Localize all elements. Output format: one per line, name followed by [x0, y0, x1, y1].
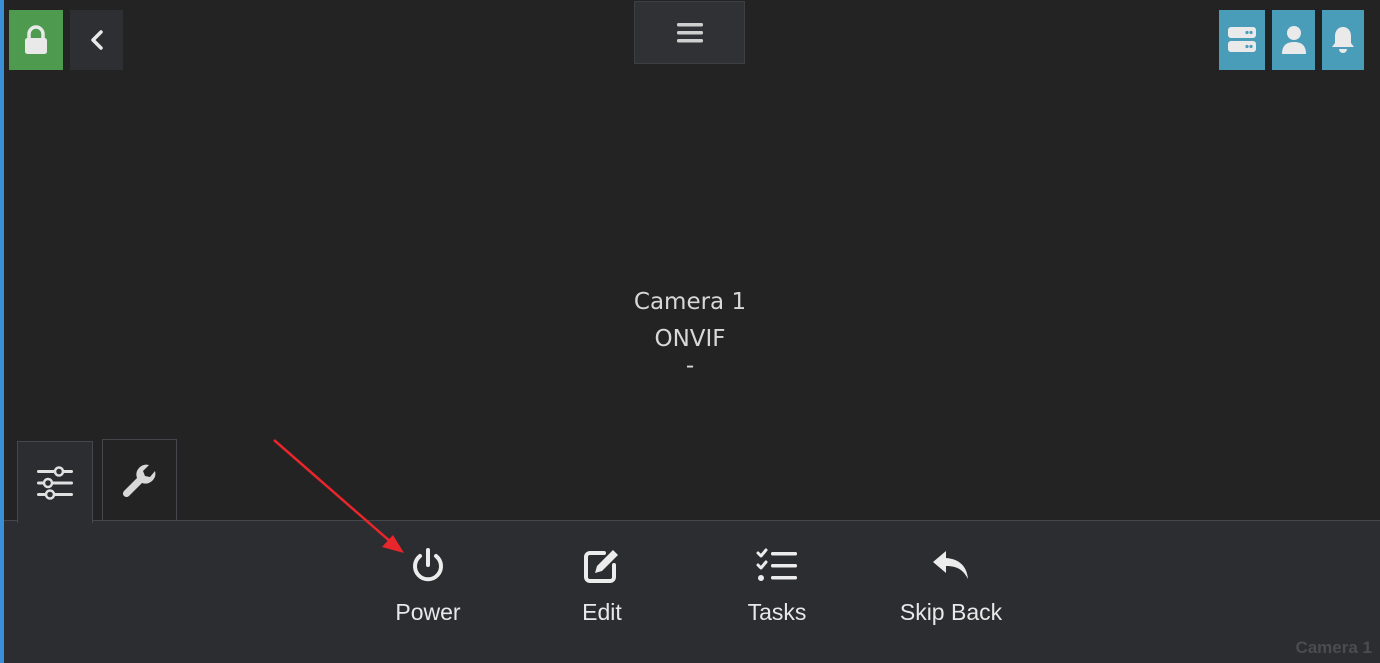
tasks-icon	[756, 548, 797, 581]
lock-button[interactable]	[9, 10, 63, 70]
hamburger-menu-icon	[676, 22, 703, 42]
user-icon	[1281, 26, 1306, 54]
wrench-icon	[122, 464, 155, 497]
edit-label: Edit	[582, 599, 622, 625]
server-button[interactable]	[1219, 10, 1265, 70]
power-button[interactable]: Power	[358, 541, 498, 626]
notifications-button[interactable]	[1322, 10, 1364, 70]
skip-back-label: Skip Back	[899, 599, 1003, 625]
lock-icon	[25, 25, 47, 54]
skip-back-button[interactable]: Skip Back	[881, 541, 1021, 626]
chevron-left-icon	[90, 30, 103, 50]
edit-button[interactable]: Edit	[532, 541, 672, 626]
edit-icon	[584, 550, 618, 583]
camera-info: Camera 1 ONVIF -	[540, 284, 840, 379]
tab-tools[interactable]	[102, 439, 177, 521]
tab-adjustments[interactable]	[17, 441, 93, 523]
tasks-button[interactable]: Tasks	[707, 541, 847, 626]
power-label: Power	[395, 599, 461, 625]
footer-camera-label: Camera 1	[1295, 638, 1372, 657]
camera-name: Camera 1	[633, 289, 747, 315]
sliders-icon	[37, 465, 73, 500]
power-icon	[413, 548, 443, 582]
action-panel: Power Edit Tasks Skip Back Camera 1	[4, 520, 1380, 663]
tasks-label: Tasks	[747, 599, 807, 625]
skip-back-icon	[933, 551, 968, 579]
server-icon	[1228, 27, 1256, 52]
camera-status: -	[685, 353, 695, 379]
back-button[interactable]	[70, 10, 123, 70]
user-button[interactable]	[1272, 10, 1315, 70]
bell-icon	[1332, 27, 1354, 53]
menu-button[interactable]	[634, 1, 745, 64]
